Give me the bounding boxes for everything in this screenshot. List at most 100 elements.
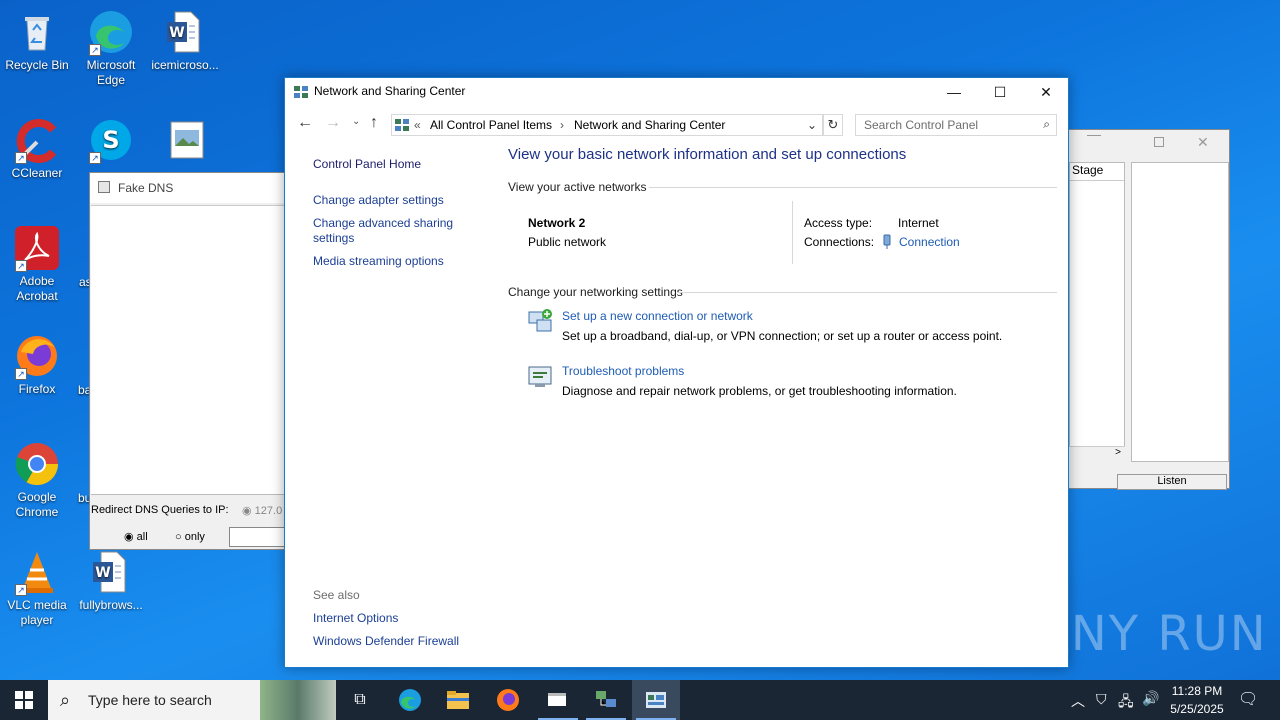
see-also-internet-options[interactable]: Internet Options [313,611,398,626]
taskbar-search-input[interactable]: ⌕ Type here to search [48,680,336,720]
connections-label: Connections: [804,235,875,249]
desktop-icon-label: CCleaner [11,166,63,180]
windows-logo-icon [15,691,33,709]
shortcut-arrow-icon: ↗ [15,584,27,596]
clock-time[interactable]: 11:28 PM [1170,684,1224,698]
search-icon: ⌕ [60,690,71,710]
column-header-stage[interactable]: Stage [1070,163,1124,181]
access-type-value: Internet [898,216,939,230]
desktop-icon-label: Microsoft Edge [86,58,136,87]
radio-all-label: all [136,531,148,543]
breadcrumb-overflow[interactable]: « [414,118,421,132]
radio-only-label: only [184,531,205,543]
desktop-icon-acrobat[interactable]: ↗ Adobe Acrobat [0,224,74,304]
svg-text:W: W [95,565,110,581]
divider [649,187,1057,188]
app-icon [98,181,110,193]
desktop-icon-label: Adobe Acrobat [16,274,58,303]
only-ip-input[interactable] [229,527,289,547]
troubleshoot-link[interactable]: Troubleshoot problems [562,364,684,379]
volume-icon[interactable]: 🔊 [1142,690,1159,707]
fake-dns-titlebar[interactable]: Fake DNS [90,173,288,203]
fake-dns-window[interactable]: Fake DNS Redirect DNS Queries to IP: ◉ 1… [89,172,289,550]
word-document-icon: W [161,8,209,56]
taskbar: ⌕ Type here to search ⧉ ︿ ⛉ 🖧 🔊 11:28 PM… [0,680,1280,720]
search-highlight-image [260,680,336,720]
desktop-icon-recycle-bin[interactable]: Recycle Bin [0,8,74,73]
edge-icon: ↗ [87,8,135,56]
chevron-down-icon[interactable]: ⌄ [807,118,817,132]
desktop-icon-edge[interactable]: ↗ Microsoft Edge [74,8,148,88]
skype-icon: S ↗ [87,116,135,164]
start-button[interactable] [0,680,48,720]
desktop-icon-ccleaner[interactable]: ↗ CCleaner [0,116,74,181]
forward-arrow-icon[interactable]: → [325,114,341,132]
back-arrow-icon[interactable]: ← [297,114,313,132]
security-icon[interactable]: ⛉ [1096,691,1107,708]
clock-date[interactable]: 5/25/2025 [1166,702,1228,716]
network-icon[interactable]: 🖧 [1118,691,1134,715]
see-also-label: See also [313,588,360,602]
setup-connection-link[interactable]: Set up a new connection or network [562,309,753,324]
connection-link[interactable]: Connection [899,235,960,250]
network-sharing-center-window[interactable]: Network and Sharing Center — ☐ ✕ ← → ⌄ ↑… [284,77,1069,668]
desktop-icon-label: fullybrows... [79,598,143,612]
minimize-button[interactable]: — [931,78,977,107]
acrobat-icon: ↗ [13,224,61,272]
desktop-icon-vlc[interactable]: ↗ VLC media player [0,548,74,628]
taskbar-edge-icon[interactable] [386,680,434,720]
breadcrumb-current[interactable]: Network and Sharing Center [574,118,725,132]
titlebar[interactable]: Network and Sharing Center — ☐ ✕ [285,78,1068,107]
scroll-right-icon[interactable]: > [1069,446,1125,462]
chrome-icon [13,440,61,488]
sidebar-media-streaming[interactable]: Media streaming options [313,254,444,269]
shortcut-arrow-icon: ↗ [15,260,27,272]
close-button[interactable]: ✕ [1023,78,1069,107]
setup-connection-desc: Set up a broadband, dial-up, or VPN conn… [562,329,1003,343]
maximize-button[interactable]: ☐ [977,78,1023,107]
breadcrumb-all-items[interactable]: All Control Panel Items [430,118,552,132]
svg-text:W: W [169,25,184,41]
ip-radio[interactable]: ◉ 127.0 [242,504,282,517]
sidebar-change-adapter-settings[interactable]: Change adapter settings [313,193,444,208]
desktop-icon-word-doc[interactable]: W icemicroso... [148,8,222,73]
desktop-icon-skype[interactable]: S ↗ [74,116,148,166]
desktop-icon-label: Firefox [18,382,56,396]
desktop-icon-firefox[interactable]: ↗ Firefox [0,332,74,397]
taskbar-control-panel-icon[interactable] [632,680,680,720]
taskbar-firefox-icon[interactable] [484,680,532,720]
taskbar-app-window-icon[interactable] [534,680,582,720]
ip-value: 127.0 [254,505,283,517]
listen-button[interactable]: Listen [1117,474,1227,490]
shortcut-arrow-icon: ↗ [15,152,27,164]
recent-locations-icon[interactable]: ⌄ [352,116,360,127]
refresh-icon[interactable]: ↻ [823,114,843,136]
taskbar-file-explorer-icon[interactable] [434,680,482,720]
up-arrow-icon[interactable]: ↑ [370,114,378,132]
troubleshoot-desc: Diagnose and repair network problems, or… [562,384,957,398]
show-hidden-icons-icon[interactable]: ︿ [1071,691,1085,711]
background-window-right[interactable]: ✕ Stage > Listen [1066,129,1230,490]
taskbar-network-app-icon[interactable] [582,680,630,720]
task-view-icon[interactable]: ⧉ [336,680,384,720]
maximize-icon[interactable] [1154,137,1164,147]
sidebar-control-panel-home[interactable]: Control Panel Home [313,157,421,172]
radio-only[interactable]: ○ only [175,531,205,543]
desktop-icon-word-doc-2[interactable]: W fullybrows... [74,548,148,613]
desktop-icon-image[interactable] [150,116,224,166]
see-also-firewall[interactable]: Windows Defender Firewall [313,634,459,649]
fake-dns-log-area[interactable] [91,205,288,495]
search-input[interactable]: Search Control Panel ⌕ [855,114,1057,136]
breadcrumb-chevron-icon[interactable]: › [560,118,564,132]
redirect-label: Redirect DNS Queries to IP: [91,504,229,516]
stage-list[interactable]: Stage [1069,162,1125,462]
address-bar[interactable]: « All Control Panel Items › Network and … [391,114,823,136]
radio-all[interactable]: ◉ all [124,530,148,543]
minimize-icon[interactable] [1087,135,1101,136]
network-type: Public network [528,235,607,249]
desktop-icon-chrome[interactable]: Google Chrome [0,440,74,520]
notifications-icon[interactable]: 🗨 [1238,689,1258,709]
sidebar-change-advanced-sharing[interactable]: Change advanced sharing settings [313,216,463,246]
close-icon[interactable]: ✕ [1197,134,1209,151]
fake-dns-title: Fake DNS [118,181,174,195]
